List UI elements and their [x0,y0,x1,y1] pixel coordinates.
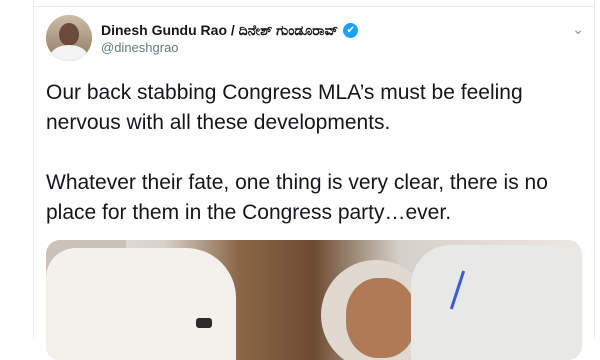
photo-left-person [46,248,236,360]
tweet-body-text: Our back stabbing Congress MLA’s must be… [46,81,548,224]
photo-watch [196,318,212,328]
author-handle[interactable]: @dineshgrao [101,40,179,55]
divider [34,6,594,7]
tweet-media-image[interactable] [46,240,582,360]
verified-badge-icon: ✔ [343,23,359,38]
author-row[interactable]: Dinesh Gundu Rao / ದಿನೇಶ್ ಗುಂಡೂರಾವ್ ✔ [101,22,359,39]
photo-center-face [346,278,416,358]
more-options-chevron-icon[interactable]: ⌄ [572,21,584,38]
photo-right-person [411,245,581,360]
tweet-card[interactable]: Dinesh Gundu Rao / ದಿನೇಶ್ ಗುಂಡೂರಾವ್ ✔ @d… [33,0,595,360]
author-display-name[interactable]: Dinesh Gundu Rao / ದಿನೇಶ್ ಗುಂಡೂರಾವ್ [101,22,338,39]
avatar-face [59,23,79,46]
avatar[interactable] [46,15,92,61]
